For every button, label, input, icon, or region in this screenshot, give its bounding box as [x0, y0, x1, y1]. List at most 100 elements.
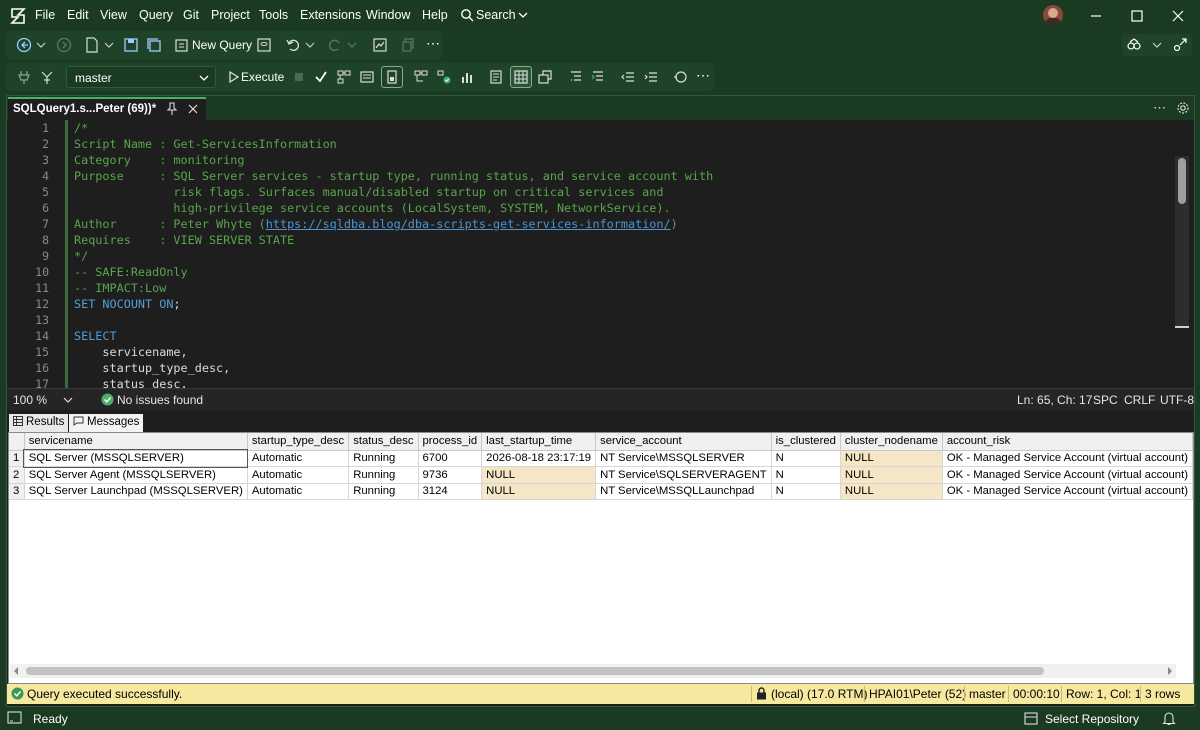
uncomment-icon[interactable]: [590, 69, 606, 85]
row-number[interactable]: 1: [9, 450, 25, 467]
select-repository-button[interactable]: Select Repository: [1045, 712, 1139, 726]
grid-cell[interactable]: Running: [348, 483, 419, 500]
grid-cell[interactable]: NT Service\MSSQLSERVER: [595, 450, 772, 467]
column-header-service-account[interactable]: service_account: [595, 433, 772, 451]
execute-icon[interactable]: [226, 69, 242, 85]
column-header-cluster-nodename[interactable]: cluster_nodename: [840, 433, 943, 451]
grid-cell[interactable]: NT Service\SQLSERVERAGENT: [595, 466, 772, 484]
issues-status[interactable]: No issues found: [117, 393, 203, 407]
grid-cell[interactable]: NT Service\MSSQLLaunchpad: [595, 483, 772, 500]
results-grid[interactable]: servicename startup_type_desc status_desc p…: [8, 432, 1194, 684]
avatar[interactable]: [1043, 5, 1063, 25]
grid-cell[interactable]: SQL Server Launchpad (MSSQLSERVER): [24, 483, 248, 500]
chevron-down-icon[interactable]: [347, 37, 357, 53]
grid-cell[interactable]: N: [771, 466, 841, 484]
client-statistics-icon[interactable]: [460, 69, 476, 85]
grid-cell[interactable]: 2026-08-18 23:17:19: [481, 450, 597, 467]
grid-cell[interactable]: Automatic: [247, 450, 350, 467]
specify-values-icon[interactable]: [672, 69, 688, 85]
scroll-left-icon[interactable]: [12, 666, 20, 676]
zoom-level[interactable]: 100 %: [13, 393, 47, 407]
column-header-account-risk[interactable]: account_risk: [942, 433, 1194, 451]
menu-edit[interactable]: Edit: [67, 8, 89, 22]
line-ending[interactable]: CRLF: [1124, 393, 1155, 407]
scrollbar-thumb[interactable]: [26, 667, 1044, 675]
menu-file[interactable]: File: [35, 8, 55, 22]
share-icon[interactable]: [1172, 37, 1188, 53]
menu-help[interactable]: Help: [422, 8, 448, 22]
scroll-right-icon[interactable]: [1166, 666, 1174, 676]
encoding[interactable]: UTF-8: [1160, 393, 1194, 407]
scrollbar-thumb[interactable]: [1178, 158, 1186, 204]
query-options-icon[interactable]: [359, 69, 375, 85]
menu-tools[interactable]: Tools: [259, 8, 288, 22]
table-row[interactable]: 2 SQL Server Agent (MSSQLSERVER) Automatic…: [9, 466, 1194, 484]
column-header-is-clustered[interactable]: is_clustered: [771, 433, 841, 451]
new-query-button[interactable]: New Query: [192, 38, 252, 52]
settings-icon[interactable]: [1176, 101, 1190, 115]
editor-vertical-scrollbar[interactable]: [1175, 156, 1189, 328]
close-window-button[interactable]: [1168, 6, 1188, 26]
copilot-icon[interactable]: [1126, 37, 1142, 53]
actual-plan-icon[interactable]: [413, 69, 429, 85]
outdent-icon[interactable]: [620, 69, 636, 85]
save-icon[interactable]: [123, 37, 139, 53]
code-editor[interactable]: 1 2 3 4 5 6 7 8 9 10 11 12 13 14 15 16 17 /* Script Name …: [7, 120, 1194, 388]
column-header-last-startup-time[interactable]: last_startup_time: [481, 433, 597, 451]
notification-bell-icon[interactable]: [1162, 711, 1176, 726]
menu-project[interactable]: Project: [211, 8, 250, 22]
grid-cell[interactable]: NULL: [840, 450, 943, 467]
code-link[interactable]: https://sqldba.blog/dba-scripts-get-serv…: [266, 217, 671, 231]
estimated-plan-icon[interactable]: [336, 69, 352, 85]
grid-cell[interactable]: 3124: [418, 483, 483, 500]
column-header-process-id[interactable]: process_id: [418, 433, 483, 451]
save-all-icon[interactable]: [146, 37, 162, 53]
row-number[interactable]: 3: [9, 483, 25, 500]
connect-icon[interactable]: [16, 69, 32, 85]
repository-icon[interactable]: [1024, 712, 1038, 725]
comment-icon[interactable]: [568, 69, 584, 85]
grid-cell[interactable]: Running: [348, 466, 419, 484]
chevron-down-icon[interactable]: [36, 37, 46, 53]
more-icon[interactable]: ⋯: [696, 67, 710, 84]
grid-cell[interactable]: OK - Managed Service Account (virtual ac…: [942, 483, 1194, 500]
menu-extensions[interactable]: Extensions: [300, 8, 361, 22]
output-window-icon[interactable]: [7, 711, 23, 725]
cursor-position[interactable]: Ln: 65, Ch: 17: [1017, 393, 1092, 407]
column-header-servicename[interactable]: servicename: [24, 433, 248, 451]
grid-cell[interactable]: NULL: [840, 483, 943, 500]
grid-cell[interactable]: Automatic: [247, 466, 350, 484]
change-connection-icon[interactable]: [39, 69, 55, 85]
intellisense-toggle[interactable]: [381, 66, 403, 88]
results-to-file-icon[interactable]: [537, 69, 553, 85]
database-query-icon[interactable]: [256, 37, 272, 53]
menu-git[interactable]: Git: [183, 8, 199, 22]
menu-query[interactable]: Query: [139, 8, 173, 22]
stop-icon[interactable]: [291, 69, 307, 85]
forward-icon[interactable]: [56, 37, 72, 53]
grid-cell[interactable]: Running: [348, 450, 419, 467]
column-header-startup-type-desc[interactable]: startup_type_desc: [247, 433, 350, 451]
grid-horizontal-scrollbar[interactable]: [10, 664, 1176, 678]
minimize-button[interactable]: [1086, 6, 1106, 26]
grid-cell[interactable]: SQL Server Agent (MSSQLSERVER): [24, 466, 248, 484]
grid-cell[interactable]: SQL Server (MSSQLSERVER): [23, 449, 249, 468]
grid-cell[interactable]: OK - Managed Service Account (virtual ac…: [942, 466, 1194, 484]
tab-messages[interactable]: Messages: [69, 414, 144, 432]
table-row[interactable]: 1 SQL Server (MSSQLSERVER) Automatic Runnin…: [9, 449, 1194, 468]
tab-overflow-icon[interactable]: ⋯: [1153, 100, 1166, 116]
grid-corner[interactable]: [9, 433, 25, 451]
tab-sqlquery1[interactable]: SQLQuery1.s...Peter (69))*: [8, 97, 206, 120]
redo-icon[interactable]: [327, 37, 343, 53]
close-tab-icon[interactable]: [187, 102, 199, 116]
copy-icon[interactable]: [400, 37, 416, 53]
chevron-down-icon[interactable]: [63, 393, 73, 407]
pin-icon[interactable]: [166, 102, 178, 116]
column-header-status-desc[interactable]: status_desc: [348, 433, 419, 451]
database-select[interactable]: master: [66, 66, 216, 88]
grid-cell[interactable]: N: [771, 483, 841, 500]
activity-monitor-icon[interactable]: [372, 37, 388, 53]
menu-window[interactable]: Window: [366, 8, 410, 22]
results-table[interactable]: servicename startup_type_desc status_desc p…: [9, 433, 1194, 500]
grid-cell[interactable]: OK - Managed Service Account (virtual ac…: [942, 450, 1194, 467]
